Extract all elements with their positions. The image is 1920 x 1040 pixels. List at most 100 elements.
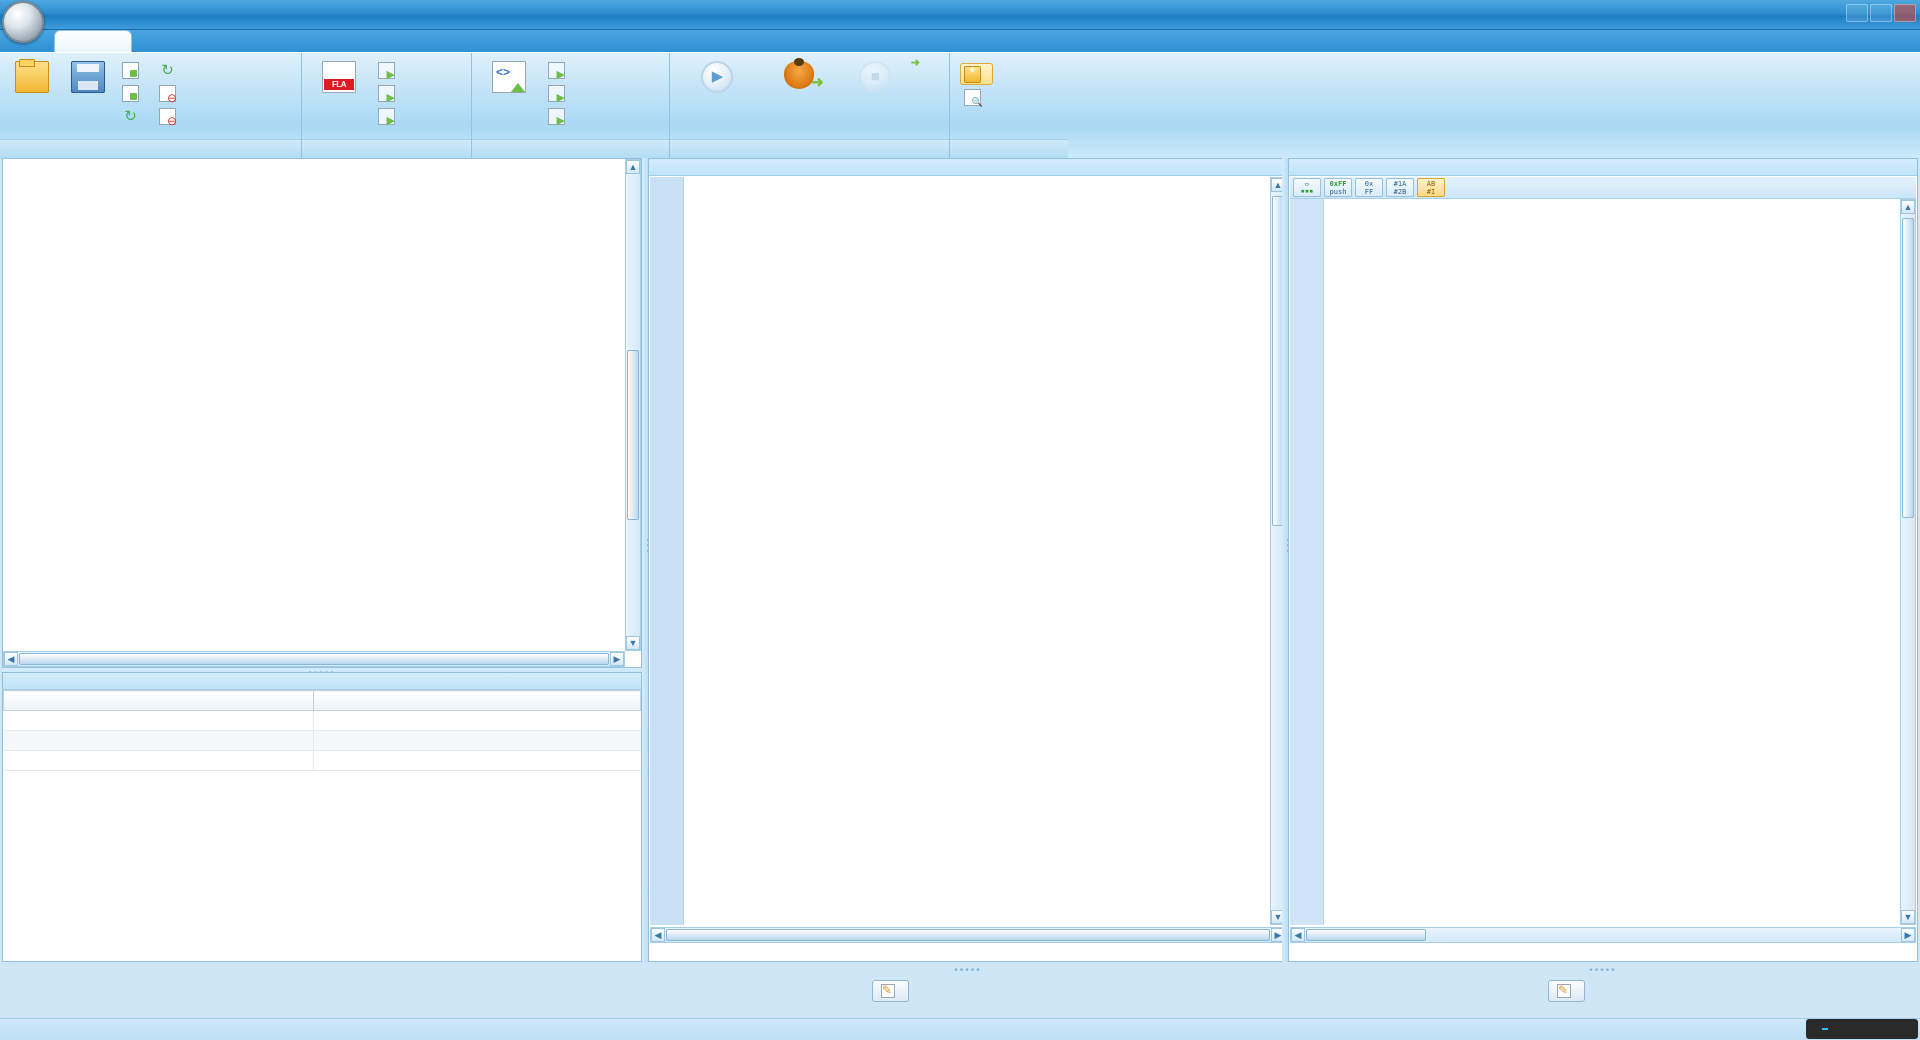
- pcode-horizontal-scrollbar[interactable]: ◀ ▶: [1290, 927, 1916, 943]
- resources-button[interactable]: [960, 63, 993, 85]
- minimize-button[interactable]: [1846, 4, 1868, 22]
- tree-scroll-up-arrow[interactable]: ▲: [626, 160, 640, 174]
- table-row[interactable]: [3, 710, 641, 731]
- pcode-vertical-scrollbar[interactable]: ▲ ▼: [1900, 199, 1916, 925]
- ribbon: ↻ ↻ ⊖ ⊖ FLA ▶ ▶ ▶ <> ▶ ▶ ▶ ▶ ➜ ■ ★ 🔍: [0, 30, 1920, 159]
- pcode-code-lines[interactable]: [1326, 199, 1916, 925]
- pcode-line-numbers: [1290, 199, 1324, 925]
- play-icon: ▶: [701, 61, 734, 93]
- tag-info-table: [3, 690, 641, 771]
- close-all-icon: [159, 107, 177, 128]
- ribbon-group-file: ↻ ↻: [0, 53, 302, 159]
- close-button[interactable]: [1894, 4, 1916, 22]
- tag-info-key: [3, 710, 314, 731]
- open-button[interactable]: [6, 57, 58, 96]
- ribbon-group-label-view: [950, 139, 1068, 159]
- tag-info-panel: [2, 672, 642, 962]
- view-small-col-1: [960, 57, 993, 108]
- menu-tab-strip: [0, 30, 1920, 52]
- debug-pcode-button[interactable]: [910, 63, 943, 85]
- close-all-button[interactable]: [155, 105, 188, 128]
- title-bar: [0, 0, 1920, 43]
- tag-info-col-value: [313, 690, 641, 711]
- edit-actionscript-button[interactable]: [872, 980, 909, 1002]
- ribbon-group-export: [302, 53, 472, 159]
- as-code-area[interactable]: [650, 177, 1286, 925]
- hex-push-button[interactable]: 0xFF push: [1324, 178, 1352, 197]
- save-as-exe-button[interactable]: [118, 82, 151, 104]
- import-swf-xml-button[interactable]: [478, 57, 540, 96]
- reload-icon: ↻: [124, 107, 137, 125]
- pcode-bottom-grip[interactable]: •••••: [1288, 966, 1918, 976]
- edit-pcode-button[interactable]: [1548, 980, 1585, 1002]
- hex-offset-button[interactable]: 0x FF: [1355, 178, 1383, 197]
- resolve-constants-button[interactable]: AB #I: [1417, 178, 1445, 197]
- import-script-button[interactable]: [544, 82, 577, 104]
- table-row[interactable]: [3, 730, 641, 751]
- run-button[interactable]: ▶: [688, 57, 747, 96]
- maximize-button[interactable]: [1870, 4, 1892, 22]
- tree-hscroll-thumb[interactable]: [19, 653, 609, 665]
- ime-indicator[interactable]: [1806, 1019, 1918, 1039]
- resource-tree-panel: ▲ ▼ ◀ ▶: [2, 158, 642, 668]
- pcode-scroll-thumb[interactable]: [1902, 218, 1914, 518]
- pcode-scroll-left-arrow[interactable]: ◀: [1291, 928, 1305, 942]
- graph-view-button[interactable]: ▫ ▪▪▪: [1293, 178, 1321, 197]
- reload-all-button[interactable]: ↻: [155, 59, 188, 81]
- stop-button: ■: [851, 57, 900, 96]
- tab-tools[interactable]: [132, 30, 210, 52]
- reload-all-icon: ↻: [161, 61, 174, 79]
- export-to-fla-button[interactable]: [308, 57, 370, 96]
- tab-file[interactable]: [54, 30, 132, 52]
- tree-scroll-down-arrow[interactable]: ▼: [626, 636, 640, 650]
- import-text-icon: [548, 61, 565, 81]
- import-symbol-class-button[interactable]: [544, 105, 577, 127]
- tag-info-header-row: [3, 690, 641, 711]
- tree-scroll-left-arrow[interactable]: ◀: [4, 652, 18, 666]
- resource-tree[interactable]: [3, 159, 625, 651]
- tag-info-value: [313, 750, 641, 771]
- pcode-code-area[interactable]: [1290, 199, 1916, 925]
- binary-button[interactable]: [960, 86, 993, 108]
- as-scroll-left-arrow[interactable]: ◀: [651, 928, 665, 942]
- close-file-button[interactable]: [155, 82, 188, 105]
- open-folder-icon: [15, 59, 49, 93]
- pcode-hscroll-thumb[interactable]: [1306, 929, 1426, 941]
- export-swf-xml-button[interactable]: [374, 59, 407, 81]
- as-code-lines[interactable]: [686, 177, 1286, 925]
- export-all-button[interactable]: [374, 82, 407, 104]
- reload-button[interactable]: ↻: [118, 105, 151, 127]
- pcode-toolbar: ▫ ▪▪▪ 0xFF push 0x FF #1A #2B AB #I: [1290, 177, 1916, 199]
- ime-mode[interactable]: [1822, 1028, 1829, 1030]
- debug-pcode-icon: [914, 66, 931, 83]
- pcode-scroll-right-arrow[interactable]: ▶: [1901, 928, 1915, 942]
- tree-horizontal-scrollbar[interactable]: ◀ ▶: [3, 651, 625, 667]
- ribbon-group-label-file: [0, 139, 301, 159]
- table-row[interactable]: [3, 750, 641, 771]
- tag-info-title: [3, 673, 641, 690]
- as-bottom-grip[interactable]: •••••: [648, 966, 1288, 976]
- debug-button[interactable]: [757, 57, 841, 96]
- pcode-scroll-up-arrow[interactable]: ▲: [1901, 200, 1915, 214]
- tab-settings[interactable]: [210, 30, 288, 52]
- save-button[interactable]: [62, 57, 114, 96]
- tree-scroll-thumb[interactable]: [627, 350, 639, 520]
- import-text-button[interactable]: [544, 59, 577, 81]
- tree-scroll-right-arrow[interactable]: ▶: [610, 652, 624, 666]
- close-icon: [159, 84, 177, 105]
- tree-vertical-scrollbar[interactable]: ▲ ▼: [625, 159, 641, 651]
- as-horizontal-scrollbar[interactable]: ◀ ▶: [650, 927, 1286, 943]
- export-selected-button[interactable]: [374, 105, 407, 127]
- line-numbers-button[interactable]: #1A #2B: [1386, 178, 1414, 197]
- save-disk-icon: [71, 61, 105, 93]
- app-logo-icon: [2, 1, 44, 43]
- tab-help[interactable]: [288, 30, 366, 52]
- pcode-scroll-down-arrow[interactable]: ▼: [1901, 910, 1915, 924]
- as-hscroll-thumb[interactable]: [666, 929, 1270, 941]
- save-as-button[interactable]: [118, 59, 151, 81]
- ribbon-group-start: ▶ ■: [670, 53, 950, 159]
- binary-icon: [964, 88, 983, 108]
- ribbon-group-label-start: [670, 139, 949, 159]
- export-all-icon: [378, 84, 395, 104]
- file-small-col-1: ↻: [118, 57, 151, 127]
